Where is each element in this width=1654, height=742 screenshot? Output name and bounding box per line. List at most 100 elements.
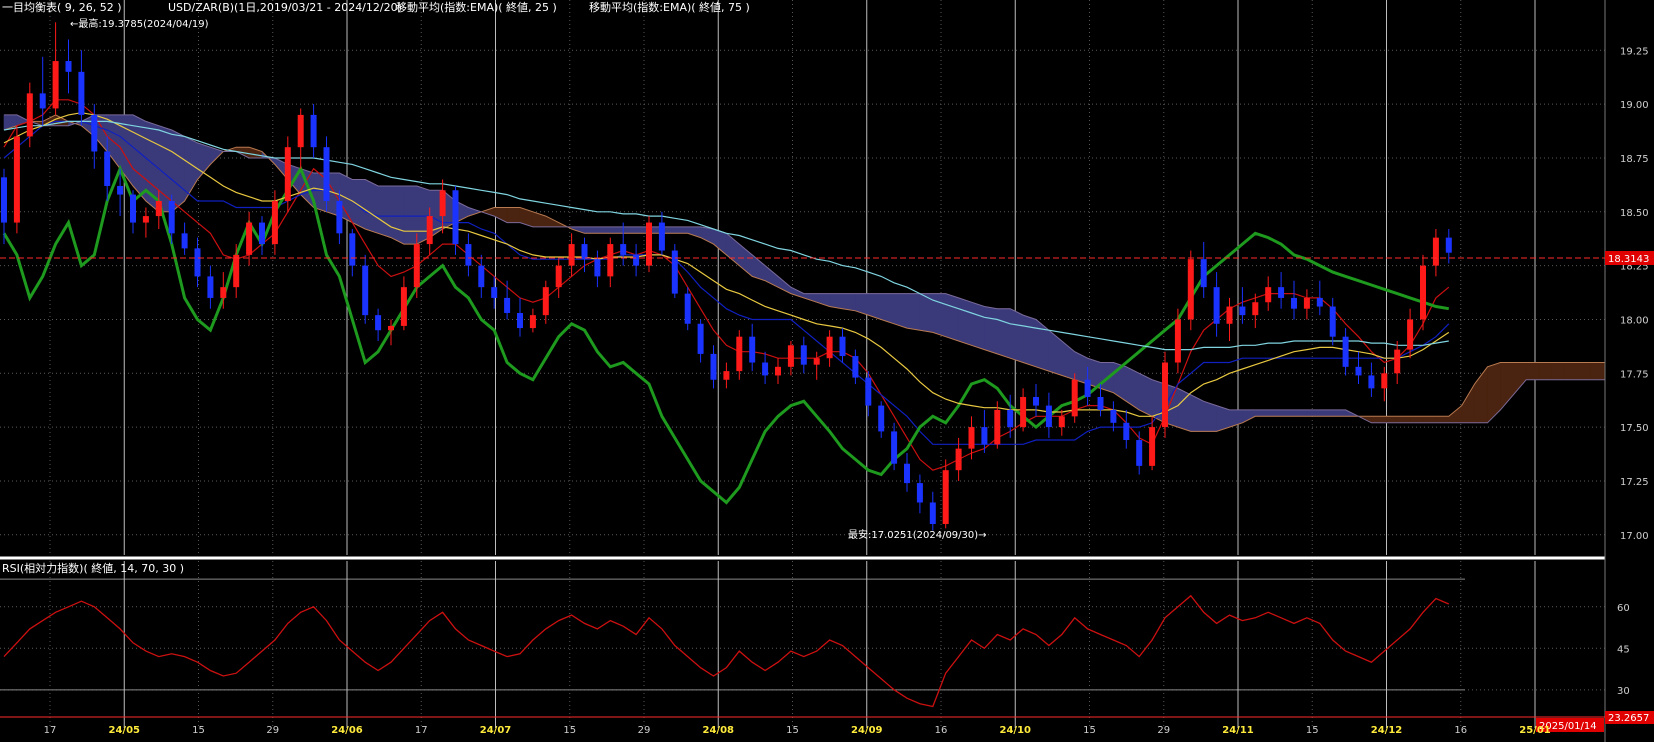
candle-body xyxy=(194,248,201,277)
price-tick-label: 17.50 xyxy=(1620,423,1649,434)
price-tick-label: 19.00 xyxy=(1620,100,1649,111)
candle-body xyxy=(91,114,98,152)
candle-body xyxy=(362,265,369,316)
cloud-segment xyxy=(1267,409,1282,417)
cloud-segment xyxy=(403,185,418,245)
candle-body xyxy=(555,265,562,288)
date-tick-label: 16 xyxy=(1454,725,1467,736)
symbol-label: USD/ZAR(B)(1日,2019/03/21 - 2024/12/20) xyxy=(168,1,402,14)
candle-body xyxy=(1329,306,1336,337)
date-tick-label: 29 xyxy=(1157,725,1170,736)
candle-body xyxy=(942,470,949,525)
candle-body xyxy=(916,483,923,503)
candle-body xyxy=(929,502,936,525)
cloud-segment xyxy=(1396,416,1411,424)
candle-body xyxy=(1097,396,1104,410)
candle-body xyxy=(336,201,343,234)
candle-body xyxy=(1355,366,1362,376)
cloud-segment xyxy=(1435,416,1450,424)
chart-area[interactable]: 17.0017.2517.5017.7518.0018.2518.5018.75… xyxy=(0,0,1654,742)
cloud-segment xyxy=(984,306,998,355)
candle xyxy=(323,136,330,212)
candle xyxy=(671,244,678,298)
cloud-segment xyxy=(351,179,366,230)
rsi-title: RSI(相対力指数)( 終値, 14, 70, 30 ) xyxy=(2,561,184,575)
candle-body xyxy=(452,190,459,245)
ema25-label: 移動平均(指数:EMA)( 終値, 25 ) xyxy=(396,0,557,14)
candle-body xyxy=(439,190,446,217)
cloud-segment xyxy=(1009,308,1024,363)
candle-body xyxy=(1291,297,1297,309)
candle-body xyxy=(155,201,162,217)
candle-body xyxy=(1200,259,1207,288)
candle-body xyxy=(813,358,820,365)
candle-body xyxy=(581,244,588,260)
candle-body xyxy=(787,345,794,367)
candle-body xyxy=(297,114,304,148)
cloud-segment xyxy=(1255,409,1269,417)
candle-body xyxy=(233,254,240,288)
cloud-segment xyxy=(1525,362,1540,381)
cloud-segment xyxy=(906,293,921,331)
cloud-segment xyxy=(377,185,392,239)
candle-body xyxy=(52,61,59,109)
candle-body xyxy=(1278,287,1285,298)
candle-body xyxy=(117,185,124,195)
candle-body xyxy=(852,356,859,378)
candle-body xyxy=(994,409,1001,445)
cloud-segment xyxy=(609,226,624,234)
candle-body xyxy=(207,276,214,298)
date-tick-label: 24/11 xyxy=(1222,725,1254,736)
candle-body xyxy=(1407,319,1414,350)
candle xyxy=(1187,250,1194,331)
candle-body xyxy=(1007,409,1014,428)
candle-body xyxy=(1226,306,1233,324)
rsi-current-label: 23.2657 xyxy=(1608,713,1649,724)
candle-body xyxy=(568,244,575,266)
cloud-segment xyxy=(1203,400,1217,432)
cloud-segment xyxy=(390,185,405,245)
cloud-segment xyxy=(1319,409,1333,417)
cloud-segment xyxy=(1306,409,1321,417)
cloud-segment xyxy=(506,207,521,223)
date-tick-label: 17 xyxy=(44,725,57,736)
cloud-segment xyxy=(597,226,611,234)
low-annotation: 最安:17.0251(2024/09/30)→ xyxy=(848,528,987,541)
rsi-tick-label: 45 xyxy=(1617,644,1630,655)
candle-body xyxy=(1394,349,1401,374)
candle-body xyxy=(504,297,511,313)
candle-body xyxy=(1316,297,1323,307)
cloud-segment xyxy=(971,301,985,351)
date-tick-label: 17 xyxy=(415,725,428,736)
candle-body xyxy=(762,362,769,376)
cloud-segment xyxy=(1590,362,1604,381)
candle-body xyxy=(1252,302,1259,316)
candle-body xyxy=(723,371,730,380)
candle-body xyxy=(981,427,988,445)
candle-body xyxy=(633,254,640,266)
date-tick-label: 24/09 xyxy=(851,725,883,736)
candle-body xyxy=(736,336,743,372)
candle-body xyxy=(1368,375,1375,389)
candle-body xyxy=(968,427,975,449)
price-tick-label: 17.25 xyxy=(1620,477,1649,488)
candle-body xyxy=(1432,237,1439,266)
candle-body xyxy=(955,448,962,471)
candle-body xyxy=(465,244,472,266)
candle-body xyxy=(400,287,407,326)
candle-body xyxy=(1445,237,1452,253)
candle-body xyxy=(388,325,394,331)
date-tick-label: 15 xyxy=(563,725,576,736)
candle-body xyxy=(1239,306,1246,316)
cloud-segment xyxy=(364,179,379,234)
candle-body xyxy=(1381,373,1388,389)
candle-body xyxy=(271,201,278,245)
cloud-segment xyxy=(1371,416,1385,424)
date-tick-label: 29 xyxy=(638,725,651,736)
candle-body xyxy=(878,405,885,432)
cloud-segment xyxy=(171,129,185,213)
candle-body xyxy=(246,222,253,255)
candle-body xyxy=(491,287,498,298)
candle-body xyxy=(594,259,601,277)
candle xyxy=(13,125,20,234)
